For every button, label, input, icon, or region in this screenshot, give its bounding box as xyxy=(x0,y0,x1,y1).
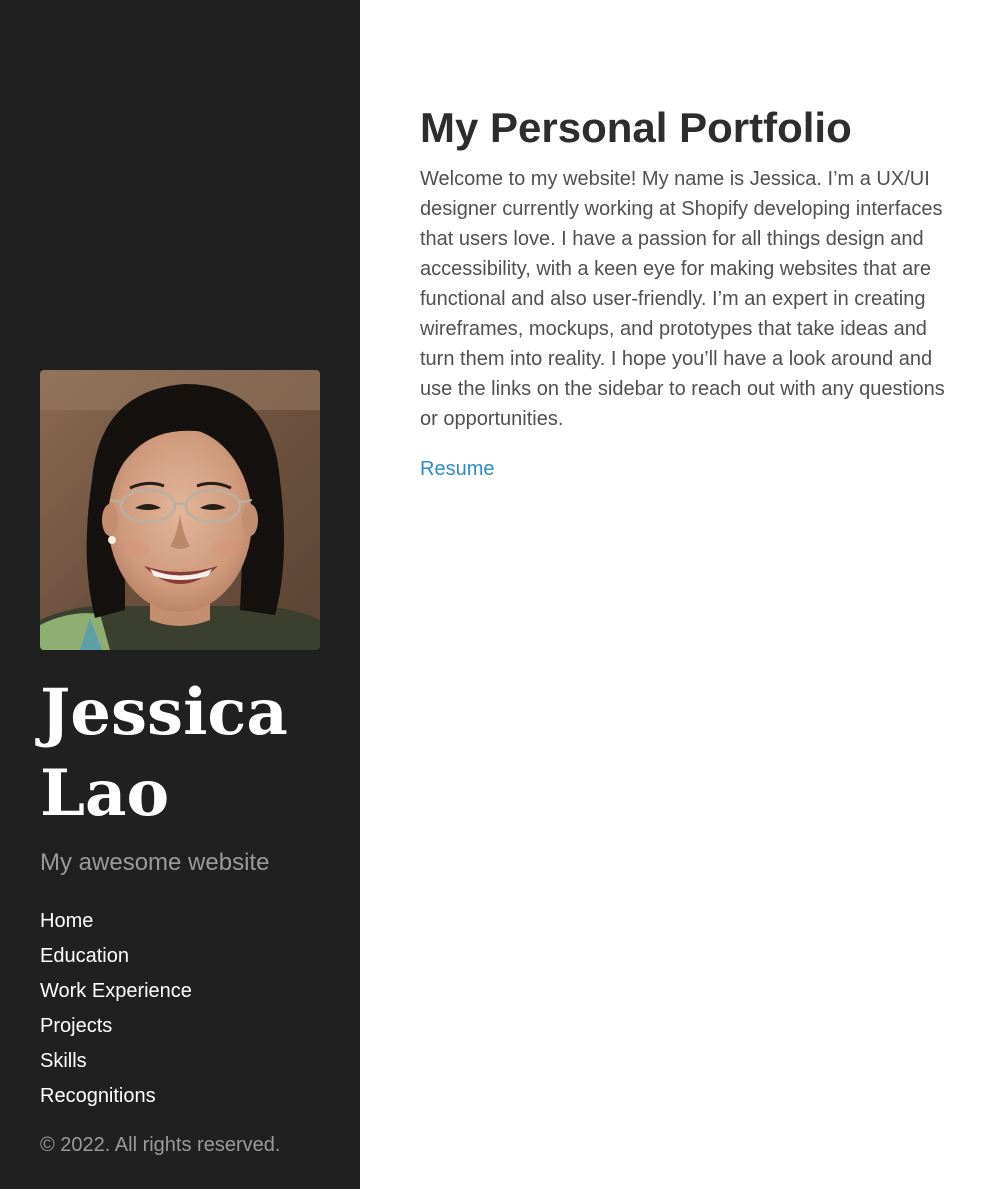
sidebar-content: Jessica Lao My awesome website Home Educ… xyxy=(40,370,320,1160)
avatar xyxy=(40,370,320,650)
nav-item-projects: Projects xyxy=(40,1009,320,1044)
site-tagline: My awesome website xyxy=(40,849,270,876)
main-content: My Personal Portfolio Welcome to my webs… xyxy=(360,0,1000,1189)
copyright-notice: © 2022. All rights reserved. xyxy=(40,1134,281,1156)
page: Jessica Lao My awesome website Home Educ… xyxy=(0,0,1000,1189)
nav-link-projects[interactable]: Projects xyxy=(40,1009,112,1044)
nav-item-recognitions: Recognitions xyxy=(40,1079,320,1114)
name-first: Jessica xyxy=(40,675,288,750)
name-last: Lao xyxy=(40,756,170,831)
nav-link-skills[interactable]: Skills xyxy=(40,1044,87,1079)
sidebar-nav: Home Education Work Experience Projects … xyxy=(40,904,320,1114)
nav-link-work-experience[interactable]: Work Experience xyxy=(40,974,192,1009)
nav-item-skills: Skills xyxy=(40,1044,320,1079)
nav-item-work-experience: Work Experience xyxy=(40,974,320,1009)
page-title: My Personal Portfolio xyxy=(420,104,852,151)
nav-item-education: Education xyxy=(40,939,320,974)
nav-link-education[interactable]: Education xyxy=(40,939,129,974)
resume-link[interactable]: Resume xyxy=(420,454,494,484)
nav-link-home[interactable]: Home xyxy=(40,904,93,939)
nav-link-recognitions[interactable]: Recognitions xyxy=(40,1079,156,1114)
sidebar: Jessica Lao My awesome website Home Educ… xyxy=(0,0,360,1189)
content-column: My Personal Portfolio Welcome to my webs… xyxy=(420,98,945,484)
site-owner-name: Jessica Lao xyxy=(40,672,320,834)
nav-item-home: Home xyxy=(40,904,320,939)
avatar-portrait-image xyxy=(40,370,320,650)
intro-paragraph: Welcome to my website! My name is Jessic… xyxy=(420,168,945,430)
